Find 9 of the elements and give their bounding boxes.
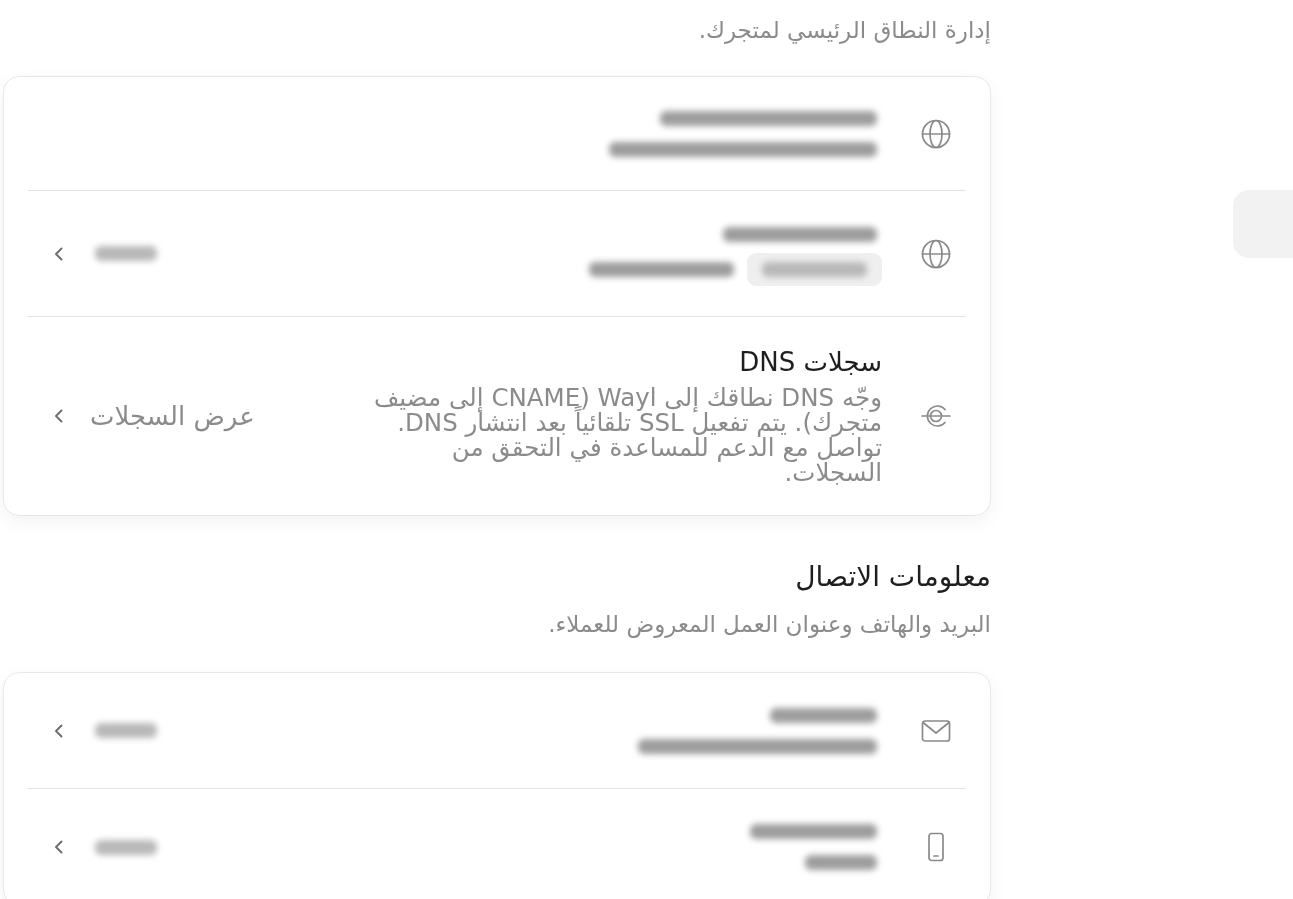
- globe-icon: [921, 238, 951, 269]
- row-description: وجّه DNS نطاقك إلى Wayl (CNAME إلى مضيف متجرك). يتم تفعيل SSL تلقائياً بعد انتشار DNS. تواصل مع الدعم للمساعدة في التحقق من السجلات.: [373, 385, 882, 485]
- section-title: معلومات الاتصال: [794, 560, 991, 594]
- section-description: البريد والهاتف وعنوان العمل المعروض للعملاء.: [547, 610, 991, 638]
- globe-icon: [921, 118, 951, 149]
- row-title: سجلات DNS: [739, 347, 882, 377]
- view-records-button[interactable]: عرض السجلات: [52, 401, 255, 431]
- chevron-icon: [52, 409, 66, 423]
- section-description: إدارة النطاق الرئيسي لمتجرك.: [697, 16, 991, 44]
